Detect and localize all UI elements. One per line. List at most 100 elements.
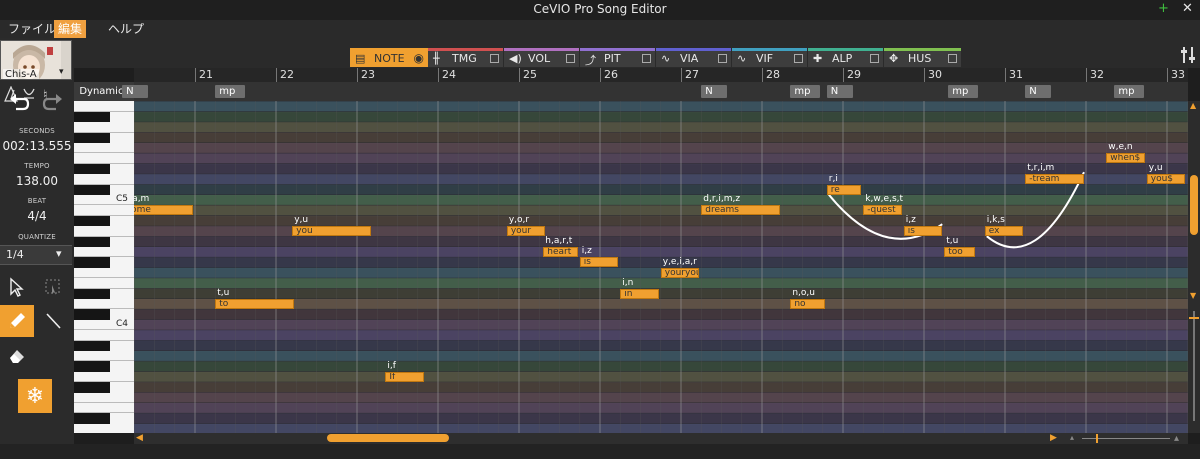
note[interactable]: If: [385, 371, 424, 382]
dynamics-marker[interactable]: mp: [948, 85, 979, 98]
tab-vol[interactable]: ◀) VOL: [504, 48, 579, 67]
tab-hus[interactable]: ✥ HUS: [884, 48, 961, 67]
piano-white-key[interactable]: [74, 277, 134, 279]
piano-roll-grid[interactable]: comek,a,mtot,uyouy,uIfi,fyoury,o,rhearth…: [134, 101, 1188, 433]
note[interactable]: you: [292, 226, 372, 237]
note[interactable]: youryour: [660, 267, 700, 278]
scroll-right-icon[interactable]: ▶: [1050, 433, 1057, 443]
vertical-zoom-slider[interactable]: [1193, 311, 1195, 421]
vertical-scrollbar[interactable]: ▲ ▼: [1188, 101, 1200, 433]
range-select-tool-icon[interactable]: [36, 271, 70, 303]
scroll-down-icon[interactable]: ▼: [1190, 291, 1196, 300]
piano-black-key[interactable]: [74, 215, 110, 227]
piano-black-key[interactable]: [74, 236, 110, 247]
zoom-in-icon[interactable]: ▴: [1174, 433, 1179, 444]
vertical-scroll-thumb[interactable]: [1190, 175, 1198, 235]
tab-note[interactable]: ▤ NOTE ◉: [350, 48, 428, 67]
piano-black-key[interactable]: [74, 413, 110, 424]
zoom-thumb[interactable]: [1096, 434, 1098, 443]
horizontal-scroll-thumb[interactable]: [327, 434, 449, 442]
zoom-out-icon[interactable]: ▴: [1070, 433, 1074, 442]
dynamics-marker[interactable]: N: [122, 85, 149, 98]
dynamics-marker[interactable]: N: [826, 85, 853, 98]
piano-white-key[interactable]: [74, 152, 134, 154]
tab-via-checkbox[interactable]: [718, 54, 727, 63]
note[interactable]: in: [620, 288, 659, 299]
note[interactable]: come: [134, 205, 193, 216]
tab-hus-checkbox[interactable]: [948, 54, 957, 63]
add-icon[interactable]: +: [1158, 2, 1169, 16]
freeze-icon[interactable]: ❄: [18, 379, 52, 413]
note[interactable]: is: [903, 226, 943, 237]
menu-help[interactable]: ヘルプ: [104, 20, 148, 38]
note[interactable]: your: [506, 226, 546, 237]
scroll-left-icon[interactable]: ◀: [136, 433, 143, 443]
menu-file[interactable]: ファイル: [4, 20, 60, 38]
note[interactable]: you$: [1146, 174, 1186, 185]
menu-edit[interactable]: 編集: [54, 20, 87, 38]
note[interactable]: re: [826, 184, 862, 195]
horizontal-scrollbar[interactable]: ◀ ▶ ▴ ▴: [134, 433, 1188, 444]
piano-black-key[interactable]: [74, 184, 110, 195]
note[interactable]: heart: [543, 247, 578, 257]
tab-pit[interactable]: ⤴ PIT: [580, 48, 655, 67]
note[interactable]: -quest: [863, 205, 902, 216]
piano-black-key[interactable]: [74, 361, 110, 372]
note[interactable]: to: [215, 299, 295, 309]
piano-black-key[interactable]: [74, 163, 110, 175]
line-tool-icon[interactable]: [36, 305, 70, 337]
dynamics-marker[interactable]: mp: [1114, 85, 1145, 98]
vertical-zoom-thumb[interactable]: [1189, 317, 1199, 319]
tab-vif[interactable]: ∿ VIF: [732, 48, 807, 67]
dynamics-marker[interactable]: N: [1025, 85, 1052, 98]
tab-tmg[interactable]: ╫ TMG: [428, 48, 503, 67]
dynamics-marker[interactable]: mp: [790, 85, 821, 98]
tab-alp[interactable]: ✚ ALP: [808, 48, 883, 67]
beat-value[interactable]: 4/4: [0, 209, 74, 223]
tab-alp-checkbox[interactable]: [870, 54, 879, 63]
piano-white-key[interactable]: [74, 329, 134, 331]
timeline-ruler[interactable]: 21 22 23 24 25 26 27 28 29 30 31 32 33: [134, 68, 1188, 82]
tab-pit-checkbox[interactable]: [642, 54, 651, 63]
note[interactable]: is: [579, 257, 619, 268]
undo-icon[interactable]: [8, 90, 30, 112]
piano-view-icon[interactable]: [4, 52, 18, 66]
quantize-select[interactable]: 1/4 ▾: [0, 245, 72, 265]
tab-vif-checkbox[interactable]: [794, 54, 803, 63]
zoom-slider[interactable]: ▴ ▴: [1070, 433, 1186, 444]
dynamics-row[interactable]: Dynamics Nmp Nmp Nmp Nmp: [74, 82, 1188, 101]
piano-white-key[interactable]: [74, 204, 134, 206]
dynamics-marker[interactable]: mp: [215, 85, 246, 98]
note[interactable]: no: [790, 299, 825, 309]
scroll-up-icon[interactable]: ▲: [1190, 101, 1196, 110]
close-icon[interactable]: ✕: [1182, 2, 1193, 16]
pencil-tool-icon[interactable]: [0, 305, 34, 337]
select-tool-icon[interactable]: [0, 271, 34, 303]
panel-settings-icon[interactable]: [1180, 46, 1196, 64]
piano-black-key[interactable]: [74, 309, 110, 320]
note[interactable]: when$: [1106, 153, 1145, 164]
tab-vol-checkbox[interactable]: [566, 54, 575, 63]
menu-bar: ファイル 編集 ヘルプ: [0, 20, 1200, 38]
dynamics-marker[interactable]: N: [701, 85, 728, 98]
chevron-down-icon[interactable]: ▾: [59, 67, 64, 77]
note[interactable]: -tream: [1025, 174, 1084, 185]
piano-keyboard[interactable]: C5 C4: [74, 101, 134, 433]
note[interactable]: too: [944, 247, 975, 257]
eraser-tool-icon[interactable]: [0, 339, 34, 371]
tempo-value[interactable]: 138.00: [0, 174, 74, 188]
piano-black-key[interactable]: [74, 382, 110, 393]
eye-icon[interactable]: ◉: [414, 51, 424, 65]
piano-black-key[interactable]: [74, 288, 110, 299]
piano-black-key[interactable]: [74, 340, 110, 351]
piano-black-key[interactable]: [74, 257, 110, 268]
piano-black-key[interactable]: [74, 111, 110, 123]
redo-icon[interactable]: [42, 90, 64, 112]
tab-via[interactable]: ∿ VIA: [656, 48, 731, 67]
piano-white-key[interactable]: [74, 402, 134, 403]
note-phonemes: w,e,n: [1108, 142, 1133, 153]
note[interactable]: dreams: [701, 205, 781, 216]
piano-black-key[interactable]: [74, 132, 110, 143]
tab-tmg-checkbox[interactable]: [490, 54, 499, 63]
note[interactable]: ex: [984, 226, 1024, 237]
